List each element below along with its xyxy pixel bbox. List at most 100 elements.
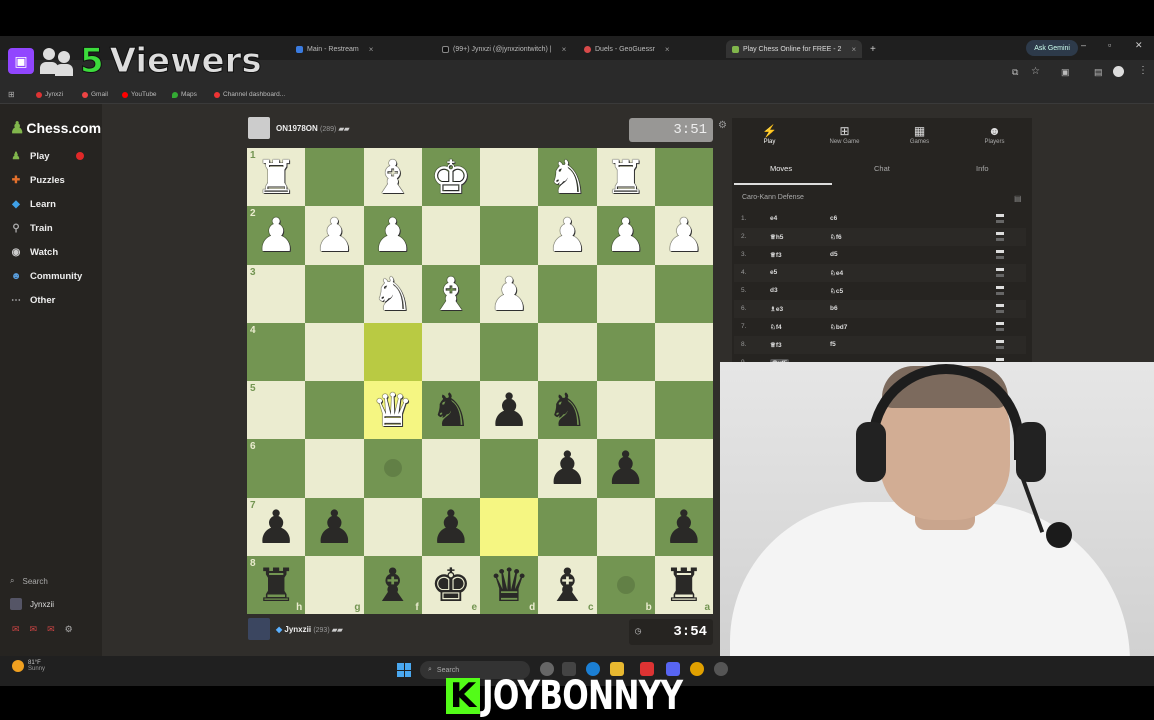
board-square[interactable] <box>480 322 539 381</box>
sidebar-search[interactable]: ⌕ Search <box>10 576 48 586</box>
close-icon[interactable]: × <box>562 45 567 54</box>
board-square[interactable]: ♚ <box>421 148 480 207</box>
board-square[interactable] <box>654 148 713 207</box>
black-move[interactable]: b6 <box>830 305 838 312</box>
board-square[interactable]: ♟ <box>654 206 713 265</box>
board-square[interactable] <box>538 322 597 381</box>
board-square[interactable] <box>654 322 713 381</box>
tab-play[interactable]: ⚡ Play <box>732 124 807 145</box>
board-square[interactable]: ♜ a <box>654 555 713 614</box>
subtab-info[interactable]: Info <box>976 164 989 173</box>
board-square[interactable]: b <box>596 555 655 614</box>
sidebar-item-community[interactable]: ☻ Community <box>10 268 83 284</box>
board-square[interactable]: ♟ 7 <box>247 497 306 556</box>
white-knight-icon[interactable]: ♞ <box>538 148 596 206</box>
browser-tab[interactable]: Duels - GeoGuessr × <box>584 40 670 58</box>
board-square[interactable]: ♟ <box>538 206 597 265</box>
board-square[interactable] <box>305 381 364 440</box>
inbox-icon[interactable]: ✉ <box>30 624 38 635</box>
board-square[interactable] <box>654 439 713 498</box>
board-square[interactable] <box>596 264 655 323</box>
apps-icon[interactable]: ⊞ <box>8 90 15 99</box>
board-square[interactable]: ♜ 1 <box>247 148 306 207</box>
white-rook-icon[interactable]: ♜ <box>597 148 655 206</box>
board-square[interactable] <box>363 322 422 381</box>
sidebar-item-puzzles[interactable]: ✚ Puzzles <box>10 172 65 188</box>
board-square[interactable]: ♚ e <box>421 555 480 614</box>
white-move[interactable]: ♕h5 <box>770 233 783 241</box>
board-square[interactable] <box>421 206 480 265</box>
bookmark-item[interactable]: Maps <box>172 91 197 98</box>
white-bishop-icon[interactable]: ♝ <box>364 148 422 206</box>
board-square[interactable]: ♟ <box>480 264 539 323</box>
black-bishop-icon[interactable]: ♝ <box>364 556 422 614</box>
white-move[interactable]: d3 <box>770 287 778 294</box>
subtab-chat[interactable]: Chat <box>874 164 890 173</box>
board-square[interactable]: ♛ <box>363 381 422 440</box>
board-square[interactable]: ♟ <box>596 439 655 498</box>
close-icon[interactable]: × <box>665 45 670 54</box>
browser-tab[interactable]: (99+) Jynxzi (@jynxziontwitch) | × <box>442 40 566 58</box>
white-move[interactable]: ♕f3 <box>770 251 782 259</box>
board-square[interactable] <box>363 497 422 556</box>
white-bishop-icon[interactable]: ♝ <box>422 265 480 323</box>
chess-com-logo[interactable]: ♟ Chess.com <box>10 118 101 138</box>
black-move[interactable]: d5 <box>830 251 838 258</box>
extensions-icon[interactable]: ▣ <box>1061 67 1070 78</box>
profile-avatar[interactable] <box>1113 66 1124 77</box>
board-square[interactable] <box>305 322 364 381</box>
white-pawn-icon[interactable]: ♟ <box>480 265 538 323</box>
browser-tab-active[interactable]: Play Chess Online for FREE - 2 × <box>726 40 863 58</box>
sidebar-user[interactable]: Jynxzii <box>10 598 54 610</box>
board-square[interactable]: 3 <box>247 264 306 323</box>
white-move[interactable]: ♘f4 <box>770 323 782 331</box>
sidebar-icon[interactable]: ▤ <box>1094 67 1103 78</box>
bookmark-item[interactable]: Jynxzi <box>36 91 63 98</box>
board-square[interactable] <box>596 381 655 440</box>
tab-players[interactable]: ☻ Players <box>957 124 1032 145</box>
board-square[interactable]: ♜ <box>596 148 655 207</box>
black-pawn-icon[interactable]: ♟ <box>422 498 480 556</box>
white-pawn-icon[interactable]: ♟ <box>597 206 655 264</box>
settings-icon[interactable]: ⚙ <box>65 624 73 635</box>
white-pawn-icon[interactable]: ♟ <box>305 206 363 264</box>
black-pawn-icon[interactable]: ♟ <box>538 439 596 497</box>
chess-board[interactable]: ♜ 1 ♝ ♚ ♞ ♜ ♟ 2 ♟ ♟ ♟ ♟ ♟ 3 ♞ ♝ ♟ 4 5 ♛ ♞ ♟ ♞ 6 ♟ ♟ ♟ 7 ♟ ♟ ♟ ♜ 8 h g ♝ f ♚ e ♛… <box>247 148 713 614</box>
board-square[interactable] <box>596 322 655 381</box>
board-square[interactable]: ♛ d <box>480 555 539 614</box>
board-square[interactable] <box>305 148 364 207</box>
board-square[interactable]: 4 <box>247 322 306 381</box>
black-move[interactable]: ♘e4 <box>830 269 843 277</box>
bookmark-item[interactable]: Channel dashboard... <box>214 91 285 98</box>
board-square[interactable] <box>654 381 713 440</box>
board-square[interactable] <box>421 322 480 381</box>
board-square[interactable]: 5 <box>247 381 306 440</box>
player-avatar[interactable] <box>248 618 270 640</box>
black-pawn-icon[interactable]: ♟ <box>305 498 363 556</box>
white-pawn-icon[interactable]: ♟ <box>655 206 713 264</box>
maximize-icon[interactable]: ▫ <box>1108 40 1111 50</box>
board-square[interactable]: ♞ <box>538 381 597 440</box>
white-queen-icon[interactable]: ♛ <box>364 381 422 439</box>
close-window-icon[interactable]: ✕ <box>1135 40 1143 51</box>
board-square[interactable]: ♝ f <box>363 555 422 614</box>
black-move[interactable]: c6 <box>830 215 837 222</box>
board-square[interactable]: ♟ <box>480 381 539 440</box>
black-pawn-icon[interactable]: ♟ <box>597 439 655 497</box>
black-knight-icon[interactable]: ♞ <box>538 381 596 439</box>
white-knight-icon[interactable]: ♞ <box>364 265 422 323</box>
black-pawn-icon[interactable]: ♟ <box>480 381 538 439</box>
black-move[interactable]: ♘c5 <box>830 287 843 295</box>
board-square[interactable]: ♟ 2 <box>247 206 306 265</box>
white-pawn-icon[interactable]: ♟ <box>364 206 422 264</box>
white-move[interactable]: e4 <box>770 215 777 222</box>
windows-start-icon[interactable] <box>397 663 411 677</box>
board-square[interactable]: ♟ <box>305 206 364 265</box>
messages-icon[interactable]: ✉ <box>47 624 55 635</box>
board-square[interactable] <box>538 497 597 556</box>
board-square[interactable] <box>363 439 422 498</box>
white-pawn-icon[interactable]: ♟ <box>538 206 596 264</box>
board-square[interactable] <box>480 148 539 207</box>
move-hint-dot[interactable] <box>383 459 402 478</box>
board-square[interactable]: ♝ c <box>538 555 597 614</box>
